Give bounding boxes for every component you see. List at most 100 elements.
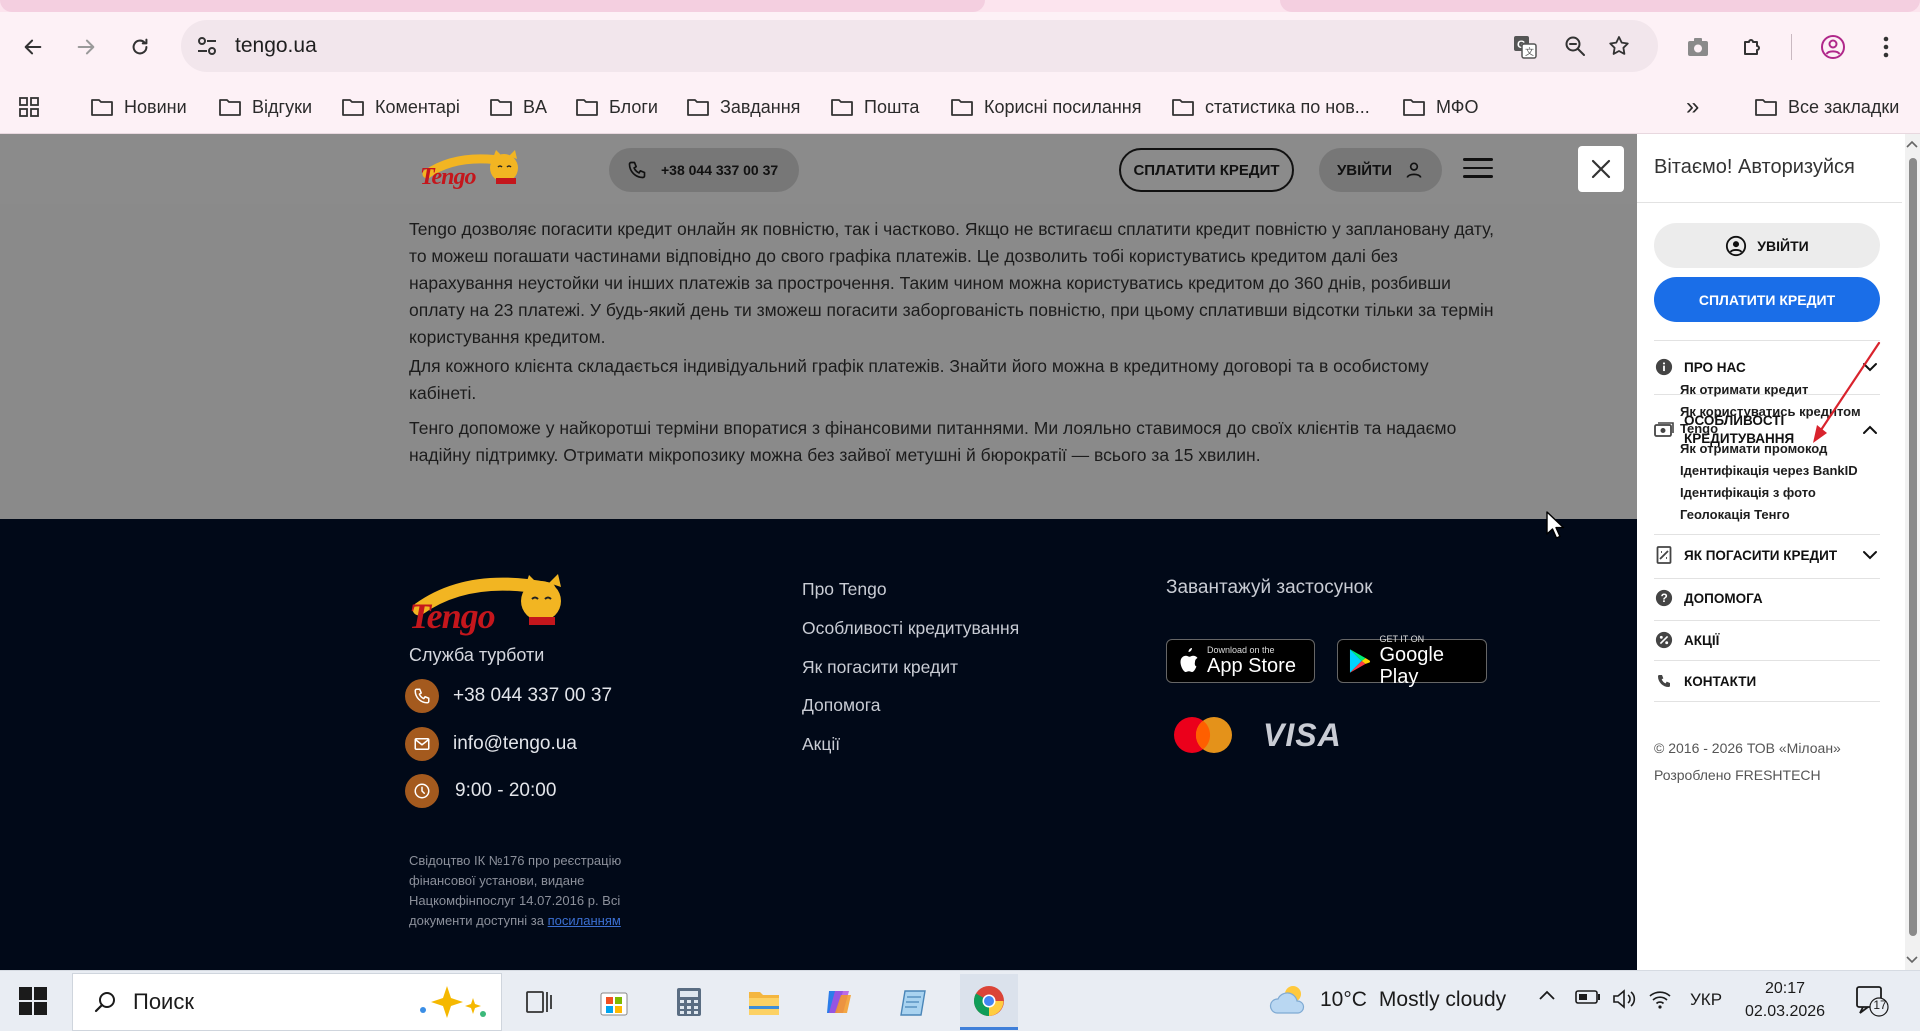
folder-icon — [1403, 99, 1425, 116]
bookmark-folder[interactable]: Блоги — [575, 80, 658, 134]
screenshot-button[interactable] — [1680, 29, 1716, 65]
weather-widget[interactable]: 10°C Mostly cloudy — [1268, 983, 1506, 1017]
scroll-down-arrow-icon[interactable] — [1906, 956, 1918, 964]
url-text[interactable]: tengo.ua — [235, 34, 317, 58]
documents-link[interactable]: посиланням — [548, 913, 621, 928]
tab-inactive[interactable] — [1280, 0, 1920, 12]
apps-grid-icon[interactable] — [18, 80, 40, 134]
scroll-up-arrow-icon[interactable] — [1906, 140, 1918, 148]
bookmark-folder[interactable]: Коментарі — [341, 80, 460, 134]
visa-logo: VISA — [1263, 717, 1342, 753]
profile-button[interactable] — [1815, 29, 1851, 65]
browser-menu-button[interactable] — [1868, 29, 1904, 65]
menu-pay-credit-button[interactable]: СПЛАТИТИ КРЕДИТ — [1654, 277, 1880, 322]
windows-start-icon[interactable] — [18, 986, 48, 1016]
header-phone-button[interactable]: +38 044 337 00 37 — [609, 148, 799, 192]
calculator-icon[interactable] — [660, 974, 718, 1030]
folder-icon — [1172, 99, 1194, 116]
wifi-icon[interactable] — [1648, 989, 1672, 1009]
volume-icon[interactable] — [1612, 989, 1636, 1009]
google-play-badge[interactable]: GET IT ON Google Play — [1337, 634, 1487, 688]
bookmark-folder[interactable]: Корисні посилання — [950, 80, 1141, 134]
mouse-cursor-icon — [1546, 511, 1566, 539]
folder-icon — [490, 99, 512, 116]
phone-icon — [405, 679, 439, 713]
footer-link-promo[interactable]: Акції — [802, 734, 840, 755]
article-content: Tengo дозволяє погасити кредит онлайн як… — [0, 204, 1637, 519]
footer-link-repay[interactable]: Як погасити кредит — [802, 657, 958, 678]
tray-overflow-chevron-icon[interactable] — [1538, 989, 1556, 1001]
footer-link-help[interactable]: Допомога — [802, 695, 881, 716]
app-store-badge[interactable]: Download on the App Store — [1166, 639, 1315, 683]
bookmark-folder[interactable]: BA — [489, 80, 547, 134]
annotation-arrow-icon — [1805, 339, 1885, 449]
menu-item-promo[interactable]: АКЦІЇ — [1654, 630, 1880, 650]
footer-link-features[interactable]: Особливості кредитування — [802, 618, 1019, 639]
footer-link-about[interactable]: Про Tengo — [802, 579, 887, 600]
divider — [1654, 578, 1880, 579]
copilot-icon[interactable] — [810, 974, 868, 1030]
site-header: Tengo +38 044 337 00 37 СПЛАТИТИ КРЕДИТ … — [0, 134, 1637, 204]
menu-login-button[interactable]: УВІЙТИ — [1654, 223, 1880, 268]
extensions-button[interactable] — [1734, 29, 1770, 65]
tab-inactive[interactable] — [0, 0, 985, 12]
task-view-icon[interactable] — [510, 974, 568, 1030]
bookmark-star-icon[interactable] — [1607, 34, 1631, 58]
zoom-icon[interactable] — [1563, 34, 1587, 58]
translate-icon[interactable]: G文 — [1512, 34, 1538, 60]
envelope-icon — [405, 727, 439, 761]
notepad-icon[interactable] — [885, 974, 943, 1030]
submenu-item[interactable]: Геолокація Тенго — [1680, 506, 1875, 523]
bookmark-folder[interactable]: МФО — [1402, 80, 1478, 134]
receipt-icon — [1654, 545, 1674, 565]
bookmark-folder[interactable]: статистика по нов... — [1171, 80, 1370, 134]
submenu-item[interactable]: Ідентифікація з фото — [1680, 484, 1875, 501]
close-menu-button[interactable] — [1578, 146, 1624, 192]
divider — [1637, 202, 1902, 203]
bookmark-folder[interactable]: Відгуки — [218, 80, 312, 134]
copilot-sparkle-icon — [420, 986, 486, 1018]
header-login-button[interactable]: УВІЙТИ — [1319, 148, 1442, 192]
footer-email-link[interactable]: info@tengo.ua — [405, 727, 577, 761]
tengo-logo[interactable]: Tengo — [419, 148, 525, 192]
toolbar-divider — [1791, 34, 1792, 60]
back-button[interactable] — [15, 29, 51, 65]
notifications-icon[interactable]: 17 — [1855, 985, 1889, 1017]
paragraph: Тенго допоможе у найкоротші терміни впор… — [409, 418, 1457, 465]
website-viewport: Tengo +38 044 337 00 37 СПЛАТИТИ КРЕДИТ … — [0, 134, 1637, 970]
submenu-item[interactable]: Ідентифікація через BankID — [1680, 462, 1875, 479]
svg-text:?: ? — [1661, 592, 1668, 605]
menu-item-repay[interactable]: ЯК ПОГАСИТИ КРЕДИТ — [1654, 545, 1880, 565]
chrome-taskbar-icon[interactable] — [960, 974, 1018, 1030]
taskbar-clock[interactable]: 20:17 02.03.2026 — [1740, 977, 1830, 1023]
file-explorer-icon[interactable] — [735, 974, 793, 1030]
folder-icon — [831, 99, 853, 116]
scrollbar-thumb[interactable] — [1909, 158, 1917, 936]
bookmark-folder[interactable]: Завдання — [686, 80, 800, 134]
bookmark-folder[interactable]: Новини — [90, 80, 187, 134]
developer-credit: Розроблено FRESHTECH — [1654, 767, 1821, 783]
header-pay-credit-button[interactable]: СПЛАТИТИ КРЕДИТ — [1119, 148, 1294, 192]
address-bar[interactable]: tengo.ua G文 — [181, 20, 1658, 72]
footer-tengo-logo[interactable]: Tengo — [409, 569, 573, 637]
bookmark-folder[interactable]: Пошта — [830, 80, 919, 134]
taskbar-search-box[interactable]: Поиск — [72, 973, 502, 1031]
battery-icon[interactable] — [1575, 989, 1601, 1005]
all-bookmarks-folder[interactable]: Все закладки — [1754, 80, 1899, 134]
site-settings-icon[interactable] — [195, 34, 219, 58]
menu-item-contacts[interactable]: КОНТАКТИ — [1654, 671, 1880, 691]
hamburger-menu-icon[interactable] — [1463, 158, 1493, 180]
microsoft-store-icon[interactable] — [585, 974, 643, 1030]
footer-phone-link[interactable]: +38 044 337 00 37 — [405, 679, 612, 713]
menu-item-help[interactable]: ? ДОПОМОГА — [1654, 588, 1880, 608]
apple-icon — [1180, 648, 1198, 672]
forward-button[interactable] — [68, 29, 104, 65]
bookmarks-overflow-button[interactable]: » — [1686, 80, 1699, 134]
divider — [1654, 620, 1880, 621]
reload-button[interactable] — [122, 29, 158, 65]
folder-icon — [219, 99, 241, 116]
language-indicator[interactable]: УКР — [1690, 990, 1722, 1010]
close-icon — [1591, 159, 1611, 179]
tab-strip — [0, 0, 1920, 12]
browser-toolbar: tengo.ua G文 — [0, 12, 1920, 80]
